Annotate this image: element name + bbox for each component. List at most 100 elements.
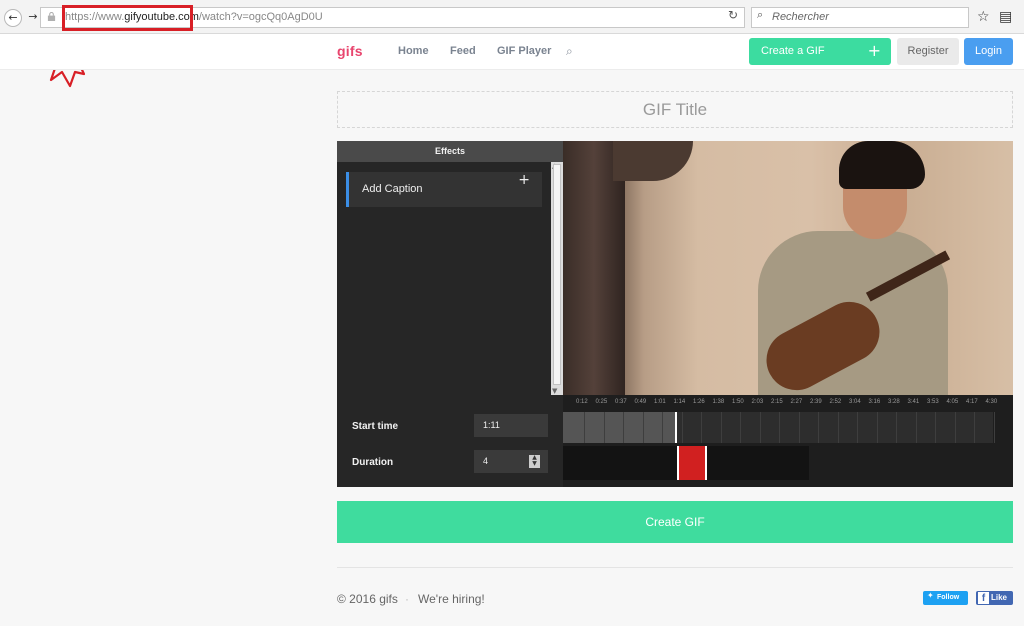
timeline-tick-label: 1:26 [693, 399, 705, 405]
timeline-tick-line [837, 412, 839, 443]
timeline-tick-label: 3:04 [849, 399, 861, 405]
reload-icon[interactable]: ↻ [728, 8, 738, 22]
gif-editor: Effects Add Caption + ▲ ▼ Start time 1:1… [337, 141, 1013, 487]
timeline-tick-line [993, 412, 995, 443]
timeline-tick-line [779, 412, 780, 443]
gif-title-input[interactable]: GIF Title [337, 91, 1013, 128]
duration-stepper[interactable]: ▲ ▼ [529, 455, 540, 468]
twitter-follow-button[interactable]: ✦ Follow [923, 591, 968, 605]
timeline-tick-label: 1:50 [732, 399, 744, 405]
timeline-tick-label: 3:53 [927, 399, 939, 405]
twitter-bird-icon: ✦ [927, 591, 934, 600]
start-time-label: Start time [352, 421, 399, 432]
timeline-tick-line [603, 412, 605, 443]
url-path: /watch?v=ogcQq0AgD0U [198, 11, 323, 23]
nav-home[interactable]: Home [398, 45, 429, 57]
video-person-hair [839, 141, 925, 189]
timeline-tick-label: 4:17 [966, 399, 978, 405]
register-button[interactable]: Register [897, 38, 959, 65]
timeline-selection-track[interactable] [563, 446, 809, 480]
timeline-tick-label: 0:49 [634, 399, 647, 405]
timeline-tick-line [584, 412, 585, 443]
timeline-tick-label: 1:14 [673, 399, 686, 405]
plus-icon: + [867, 41, 881, 60]
timeline-tick-label: 2:27 [790, 399, 803, 405]
timeline-tick-line [701, 412, 702, 443]
timeline-tick-line [818, 412, 819, 443]
nav-feed[interactable]: Feed [450, 45, 476, 57]
bookmark-star-icon[interactable]: ☆ [977, 9, 990, 25]
start-time-input[interactable]: 1:11 [474, 414, 548, 437]
facebook-like-button[interactable]: f Like [976, 591, 1013, 605]
timeline-selection-handle[interactable] [677, 446, 707, 480]
timeline-tick-label: 3:16 [868, 399, 881, 405]
timeline-scrubber-track[interactable] [563, 412, 995, 443]
timeline-tick-label: 0:12 [576, 399, 588, 405]
site-header: gifs Home Feed GIF Player ⌕ Create a GIF… [0, 34, 1024, 70]
browser-search-input[interactable]: ⌕ Rechercher [751, 7, 969, 28]
effects-panel: Effects Add Caption + ▲ ▼ [337, 141, 563, 395]
twitter-follow-label: Follow [937, 594, 960, 601]
timeline[interactable]: 0:12 0:25 0:37 0:49 1:01 1:14 1:26 1:38 1:50 2:03… [563, 395, 1013, 487]
add-caption-button[interactable]: Add Caption + [346, 172, 542, 207]
timeline-tick-label: 3:41 [907, 399, 920, 405]
duration-input[interactable]: 4 ▲ ▼ [474, 450, 548, 473]
footer-divider [337, 567, 1013, 568]
clipboard-icon[interactable]: ▤ [999, 9, 1012, 25]
timeline-tick-line [915, 412, 917, 443]
search-icon: ⌕ [757, 8, 764, 21]
timeline-tick-line [935, 412, 936, 443]
timeline-tick-label: 1:38 [712, 399, 725, 405]
footer-hiring-link[interactable]: We're hiring! [418, 592, 485, 606]
timeline-tick-line [798, 412, 800, 443]
timeline-ticks: 0:12 0:25 0:37 0:49 1:01 1:14 1:26 1:38 1:50 2:03… [563, 399, 1013, 409]
time-controls: Start time 1:11 Duration 4 ▲ ▼ [337, 395, 563, 487]
create-a-gif-button[interactable]: Create a GIF + [749, 38, 891, 65]
video-tree-branch [613, 141, 693, 181]
footer-copyright: © 2016 gifs [337, 592, 398, 606]
create-gif-button[interactable]: Create GIF [337, 501, 1013, 543]
footer-separator-dot: · [405, 592, 409, 606]
timeline-tick-line [642, 412, 644, 443]
effects-header: Effects [337, 141, 563, 162]
timeline-tick-label: 1:01 [654, 399, 666, 405]
browser-search-placeholder: Rechercher [772, 11, 829, 23]
facebook-like-label: Like [991, 593, 1008, 602]
back-arrow-icon[interactable]: ← [4, 9, 22, 27]
timeline-tick-line [681, 412, 683, 443]
timeline-tick-label: 4:05 [946, 399, 959, 405]
timeline-tick-line [623, 412, 624, 443]
login-button[interactable]: Login [964, 38, 1013, 65]
timeline-tick-line [857, 412, 858, 443]
lock-icon [47, 12, 56, 21]
nav-gif-player[interactable]: GIF Player [497, 45, 551, 57]
timeline-played-region [563, 412, 675, 443]
timeline-tick-line [662, 412, 663, 443]
effects-scrollbar[interactable]: ▲ ▼ [551, 162, 563, 395]
timeline-tick-label: 2:15 [771, 399, 783, 405]
timeline-tick-label: 3:28 [888, 399, 900, 405]
timeline-tick-label: 0:25 [595, 399, 608, 405]
scrollbar-thumb[interactable] [553, 164, 561, 385]
timeline-playhead[interactable] [675, 412, 677, 443]
scroll-down-icon[interactable]: ▼ [552, 387, 557, 395]
search-icon[interactable]: ⌕ [566, 44, 573, 59]
create-a-gif-label: Create a GIF [761, 45, 825, 57]
timeline-tick-line [954, 412, 956, 443]
annotation-highlight-box [62, 5, 193, 31]
video-preview[interactable] [563, 141, 1013, 395]
duration-value: 4 [483, 456, 489, 466]
facebook-icon: f [978, 592, 989, 604]
timeline-tick-label: 2:03 [751, 399, 764, 405]
duration-label: Duration [352, 457, 394, 468]
timeline-tick-line [876, 412, 878, 443]
timeline-tick-line [740, 412, 741, 443]
timeline-tick-line [720, 412, 722, 443]
site-logo[interactable]: gifs [337, 43, 363, 59]
timeline-tick-line [759, 412, 761, 443]
timeline-tick-label: 4:30 [985, 399, 998, 405]
timeline-tick-label: 2:52 [829, 399, 842, 405]
timeline-tick-label: 2:39 [810, 399, 822, 405]
timeline-tick-line [974, 412, 975, 443]
timeline-tick-label: 0:37 [615, 399, 627, 405]
